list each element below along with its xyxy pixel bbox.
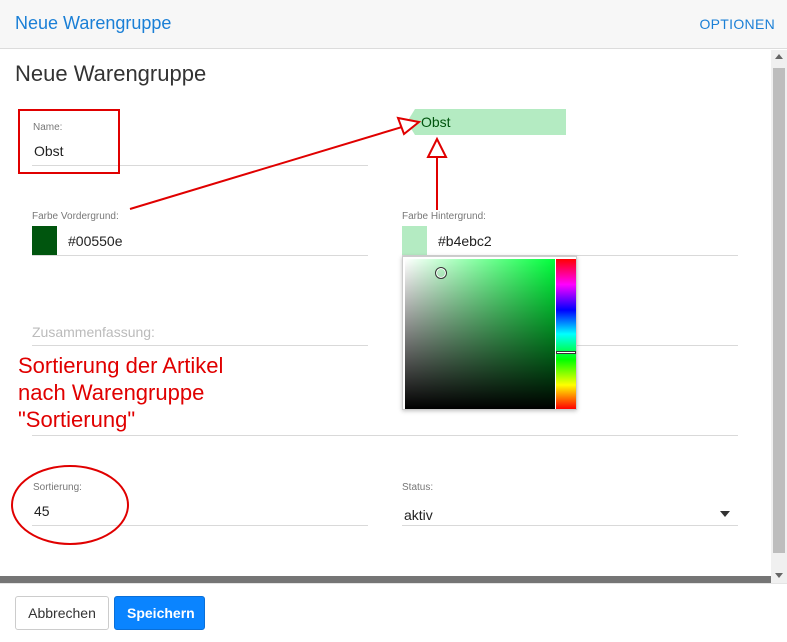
hue-handle[interactable]: [556, 351, 576, 354]
sort-label: Sortierung:: [33, 482, 82, 493]
summary-input[interactable]: Zusammenfassung:: [32, 324, 155, 340]
annotation-line-1: Sortierung der Artikel: [18, 353, 224, 378]
fg-color-input[interactable]: #00550e: [68, 233, 123, 249]
chevron-down-icon[interactable]: [720, 511, 730, 517]
fg-color-underline: [32, 255, 368, 256]
name-input[interactable]: Obst: [34, 143, 64, 159]
bg-color-input[interactable]: #b4ebc2: [438, 233, 492, 249]
sort-input[interactable]: 45: [34, 503, 50, 519]
color-picker[interactable]: [402, 256, 577, 410]
status-select[interactable]: aktiv: [404, 507, 433, 523]
save-button[interactable]: Speichern: [114, 596, 205, 630]
top-bar: Neue Warengruppe OPTIONEN: [0, 0, 787, 49]
name-label: Name:: [33, 122, 63, 133]
name-underline: [32, 165, 368, 166]
content-bottom-bar: [0, 576, 771, 583]
form-content: Neue Warengruppe Name: Obst Obst Farbe V…: [0, 50, 771, 576]
scrollbar-thumb[interactable]: [773, 68, 785, 553]
preview-tip: [407, 109, 415, 135]
annotation-line-3: "Sortierung": [18, 407, 136, 432]
saturation-area[interactable]: [405, 259, 555, 409]
scroll-down-icon[interactable]: [775, 573, 783, 578]
saturation-handle[interactable]: [435, 267, 447, 279]
section-divider: [32, 435, 738, 436]
options-button[interactable]: OPTIONEN: [699, 16, 775, 32]
annotation-line-2: nach Warengruppe: [18, 380, 205, 405]
status-underline: [402, 525, 738, 526]
status-label: Status:: [402, 482, 434, 493]
scrollbar[interactable]: [771, 50, 787, 583]
hue-slider[interactable]: [556, 259, 576, 409]
sort-underline: [32, 525, 368, 526]
cancel-button[interactable]: Abbrechen: [15, 596, 109, 630]
summary-underline: [32, 345, 368, 346]
scroll-up-icon[interactable]: [775, 54, 783, 59]
page-title: Neue Warengruppe: [15, 13, 172, 33]
fg-color-label: Farbe Vordergrund:: [32, 211, 119, 222]
group-preview: Obst: [415, 109, 566, 135]
bg-color-swatch[interactable]: [402, 226, 427, 255]
form-title: Neue Warengruppe: [15, 61, 207, 86]
bg-color-label: Farbe Hintergrund:: [402, 211, 486, 222]
footer: Abbrechen Speichern: [0, 583, 787, 642]
annotation-text: Sortierung der Artikel nach Warengruppe …: [18, 352, 318, 433]
fg-color-swatch[interactable]: [32, 226, 57, 255]
